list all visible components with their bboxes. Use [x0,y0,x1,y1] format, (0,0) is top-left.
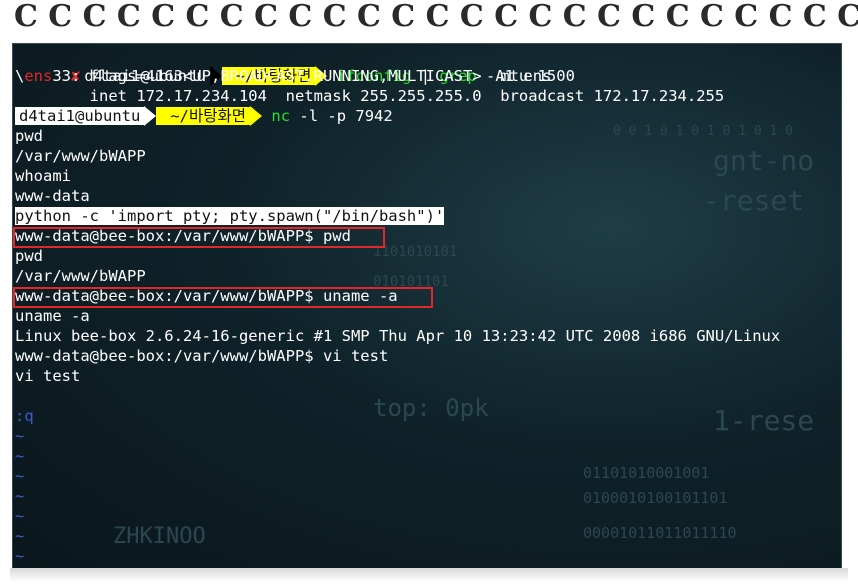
vi-command-line: :q [15,407,34,425]
ring-binder-icon: C [665,0,690,34]
output-line: www-data [15,187,90,205]
ring-binder-icon: C [802,0,827,34]
bg-decoration: -reset [703,184,805,217]
ring-binder-icon: C [631,0,656,34]
prompt-line-1: ✘ d4tai1@ubuntu ~/바탕화면 ifconfig | grep -A1… [15,46,551,86]
ring-binder-icon: C [322,0,347,34]
vi-tilde: ~ [15,427,25,445]
bg-decoration: 00001011011011110 [583,524,737,542]
ring-binder-icon: C [151,0,176,34]
ring-binder-icon: C [768,0,793,34]
backslash: \ [15,67,25,85]
ring-binder-icon: C [82,0,107,34]
terminal-window[interactable]: 0 0 1 0 1 0 1 0 1 0 1 0 gnt-no -reset 11… [12,43,842,569]
python-spawn-command: python -c 'import pty; pty.spawn("/bin/b… [15,207,445,225]
vi-tilde: ~ [15,467,25,485]
ring-binder-icon: C [494,0,519,34]
command-args: -l -p 7942 [290,107,393,125]
output-line: Linux bee-box 2.6.24-16-generic #1 SMP T… [15,327,781,345]
ring-binder-icon: C [837,0,858,34]
bg-decoration: gnt-no [713,144,815,177]
ring-binder-icon: C [254,0,278,34]
output-line: uname -a [15,307,90,325]
output-line: /var/www/bWAPP [15,267,146,285]
highlight-box-uname [13,287,433,308]
vi-tilde: ~ [15,527,25,545]
ring-binder-icon: C [562,0,587,34]
ring-binder-icon: C [734,0,759,34]
bg-decoration: 0100010100101101 [583,489,728,507]
frame-shadow [10,568,848,582]
output-line: /var/www/bWAPP [15,147,146,165]
command-name: nc [271,107,291,125]
vi-tilde: ~ [15,507,25,525]
ring-binder-icon: C [219,0,244,34]
ring-binder-icon: C [357,0,381,34]
prompt-dir: ~/바탕화면 [156,107,251,125]
powerline-arrow-icon [144,106,157,126]
ring-binder-icon: C [288,0,313,34]
output-line: whoami [15,167,71,185]
vi-tilde: ~ [15,547,25,565]
output-line: www-data@bee-box:/var/www/bWAPP$ vi test [15,347,389,365]
powerline-arrow-icon [250,106,263,126]
prompt-user: d4tai1@ubuntu [15,107,145,125]
output-line: pwd [15,247,43,265]
output-line: python -c 'import pty; pty.spawn("/bin/b… [15,206,445,226]
ifconfig-flags: 33: flags=4163<UP,BROADCAST,RUNNING,MULT… [52,67,575,85]
notebook-rings: CCCCCCCCCCCCCCCCCCCCCCCCC [0,0,858,40]
ring-binder-icon: C [425,0,450,34]
ring-binder-icon: C [116,0,141,34]
highlight-box-pwd [13,227,385,248]
output-line: \ens33: flags=4163<UP,BROADCAST,RUNNING,… [15,66,575,86]
screenshot-frame: CCCCCCCCCCCCCCCCCCCCCCCCC 0 0 1 0 1 0 1 … [0,0,858,586]
ring-binder-icon: C [700,0,724,34]
output-line: inet 172.17.234.104 netmask 255.255.255.… [15,87,725,105]
vi-tilde: ~ [15,447,25,465]
output-line: pwd [15,127,43,145]
ring-binder-icon: C [459,0,484,34]
ring-binder-icon: C [528,0,553,34]
output-line: vi test [15,367,81,385]
ring-binder-icon: C [48,0,73,34]
ring-binder-icon: C [14,0,38,34]
prompt-line-2: d4tai1@ubuntu ~/바탕화면 nc -l -p 7942 [15,106,393,126]
bg-decoration: 1101010101 [373,244,458,260]
bg-decoration: 1-rese [713,404,815,437]
bg-decoration: ZHKINOO [113,524,206,549]
bg-decoration: 01101010001001 [583,464,710,482]
ring-binder-icon: C [597,0,621,34]
bg-decoration: 0 0 1 0 1 0 1 0 1 0 1 0 [613,124,794,139]
bg-decoration: top: 0pk [373,394,489,422]
grep-match: ens [24,67,53,85]
vi-tilde: ~ [15,487,25,505]
ring-binder-icon: C [391,0,416,34]
ring-binder-icon: C [185,0,210,34]
